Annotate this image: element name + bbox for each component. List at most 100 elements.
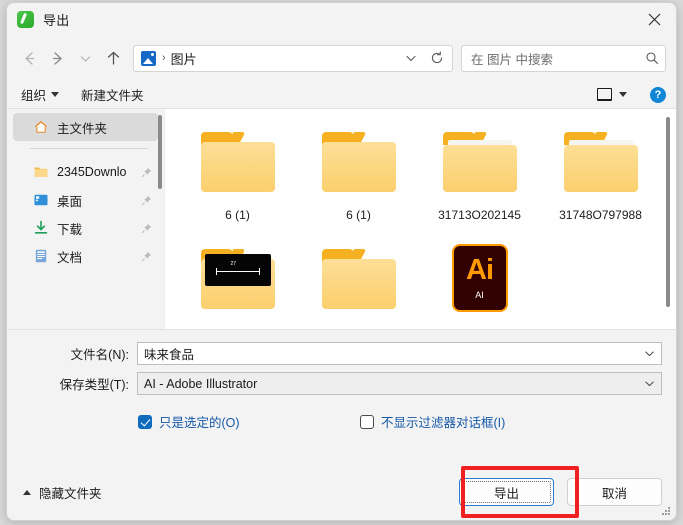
file-thumbnail: 27 — [199, 244, 277, 314]
folder-icon — [442, 132, 517, 192]
pin-icon[interactable] — [141, 167, 152, 178]
preview-dimension-label: 27 — [230, 261, 237, 267]
download-icon — [34, 220, 48, 234]
option-label: 只是选定的(O) — [159, 416, 240, 430]
forward-icon[interactable] — [43, 44, 71, 72]
folder-icon: 27 — [200, 249, 275, 309]
file-list-scrollbar[interactable] — [666, 117, 670, 307]
file-label: 6 (1) — [225, 208, 250, 222]
thumbnail-preview: 27 — [204, 254, 271, 286]
sidebar-item-home[interactable]: 主文件夹 — [13, 113, 158, 141]
filetype-dropdown-icon[interactable] — [640, 378, 658, 389]
export-dialog: 导出 › 图片 在 图片 中搜索 组织 新建文件夹 ? 主文件夹 2345Dow… — [6, 2, 677, 521]
cancel-button[interactable]: 取消 — [567, 478, 662, 506]
chevron-down-icon — [51, 92, 60, 97]
address-dropdown-icon[interactable] — [398, 46, 424, 71]
sidebar-item-desktop[interactable]: 桌面 — [13, 186, 158, 214]
filetype-row: 保存类型(T): AI - Adobe Illustrator — [21, 372, 662, 395]
export-button[interactable]: 导出 — [459, 478, 554, 506]
folder-icon — [321, 249, 396, 309]
help-question-icon[interactable]: ? — [650, 86, 666, 103]
hide-folders-label: 隐藏文件夹 — [39, 486, 102, 501]
file-thumbnail — [320, 127, 398, 197]
ai-sub-label: AI — [475, 290, 484, 300]
file-thumbnail: Ai AI — [441, 244, 519, 314]
filename-label: 文件名(N): — [70, 348, 129, 362]
sidebar-scrollbar[interactable] — [158, 115, 162, 189]
file-thumbnail — [441, 127, 519, 197]
dialog-footer: 隐藏文件夹 导出 取消 — [7, 464, 676, 520]
option-selection-only[interactable]: 只是选定的(O) — [138, 414, 240, 432]
organize-label: 组织 — [21, 89, 47, 103]
option-hide-filter-dialog[interactable]: 不显示过滤器对话框(I) — [360, 414, 520, 432]
app-icon — [17, 10, 34, 28]
search-input[interactable]: 在 图片 中搜索 — [471, 49, 645, 68]
file-thumbnail — [320, 244, 398, 314]
search-box[interactable]: 在 图片 中搜索 — [461, 44, 666, 72]
view-dropdown-icon[interactable] — [619, 92, 627, 97]
command-bar-right: ? — [597, 86, 666, 103]
sidebar-item-2345downloads[interactable]: 2345Downlo — [13, 158, 158, 186]
back-icon[interactable] — [15, 44, 43, 72]
sidebar-item-label: 2345Downlo — [57, 165, 127, 179]
folder-icon — [563, 132, 638, 192]
folder-icon — [321, 132, 396, 192]
filetype-select[interactable]: AI - Adobe Illustrator — [137, 372, 662, 395]
pin-icon[interactable] — [141, 223, 152, 234]
sidebar-item-label: 桌面 — [57, 194, 83, 209]
window-title: 导出 — [43, 12, 70, 28]
address-bar[interactable]: › 图片 — [133, 44, 453, 72]
file-tile[interactable]: 6 (1) — [298, 123, 419, 240]
filename-row: 文件名(N): 味来食品 — [21, 342, 662, 365]
resize-grip-icon[interactable] — [661, 506, 671, 516]
filetype-value: AI - Adobe Illustrator — [144, 376, 258, 391]
checkbox-hide-filter-dialog[interactable] — [360, 415, 374, 429]
option-label: 不显示过滤器对话框(I) — [381, 416, 506, 430]
filename-input[interactable]: 味来食品 — [137, 342, 662, 365]
sidebar-item-downloads[interactable]: 下载 — [13, 214, 158, 242]
dialog-content: 主文件夹 2345Downlo 桌面 下载 文档 6 (1) 6 (1) 317… — [7, 109, 676, 329]
close-icon[interactable] — [636, 4, 672, 34]
organize-button[interactable]: 组织 — [21, 85, 60, 104]
file-label: 6 (1) — [346, 208, 371, 222]
document-icon — [35, 249, 47, 263]
sidebar-item-label: 主文件夹 — [57, 121, 108, 136]
file-grid: 6 (1) 6 (1) 31713O202145 31748O797988 27… — [165, 109, 676, 329]
illustrator-file-icon: Ai AI — [451, 244, 508, 312]
pictures-icon — [141, 50, 156, 66]
file-label: 31748O797988 — [559, 208, 642, 222]
sidebar-item-documents[interactable]: 文档 — [13, 242, 158, 270]
checkbox-selection-only[interactable] — [138, 415, 152, 429]
desktop-icon — [34, 194, 48, 206]
pin-icon[interactable] — [141, 195, 152, 206]
new-folder-button[interactable]: 新建文件夹 — [81, 85, 144, 104]
filename-value: 味来食品 — [144, 348, 195, 362]
file-tile[interactable]: 31713O202145 — [419, 123, 540, 240]
filename-dropdown-icon[interactable] — [640, 348, 658, 359]
file-label: 31713O202145 — [438, 208, 521, 222]
form-area: 文件名(N): 味来食品 保存类型(T): AI - Adobe Illustr… — [7, 329, 676, 402]
refresh-icon[interactable] — [424, 46, 450, 71]
breadcrumb-current: 图片 — [170, 51, 197, 67]
home-icon — [34, 121, 48, 133]
ai-badge-label: Ai — [466, 254, 494, 286]
layout-view-icon[interactable] — [597, 88, 612, 101]
title-bar: 导出 — [7, 3, 676, 35]
options-area: 只是选定的(O) 不显示过滤器对话框(I) — [7, 402, 676, 464]
up-icon[interactable] — [99, 44, 127, 72]
file-tile[interactable]: 27 — [177, 240, 298, 329]
file-tile[interactable]: 31748O797988 — [540, 123, 661, 240]
file-list-pane[interactable]: 6 (1) 6 (1) 31713O202145 31748O797988 27… — [164, 109, 676, 329]
dimension-line-icon — [215, 268, 260, 275]
file-tile[interactable] — [298, 240, 419, 329]
file-tile[interactable]: Ai AI — [419, 240, 540, 329]
command-bar: 组织 新建文件夹 ? — [7, 81, 676, 109]
recent-locations-icon[interactable] — [71, 44, 99, 72]
hide-folders-toggle[interactable]: 隐藏文件夹 — [23, 483, 102, 502]
file-tile[interactable]: 6 (1) — [177, 123, 298, 240]
pin-icon[interactable] — [141, 251, 152, 262]
sidebar-divider — [29, 148, 148, 149]
file-thumbnail — [562, 127, 640, 197]
sidebar-item-label: 下载 — [57, 222, 83, 237]
file-thumbnail — [199, 127, 277, 197]
